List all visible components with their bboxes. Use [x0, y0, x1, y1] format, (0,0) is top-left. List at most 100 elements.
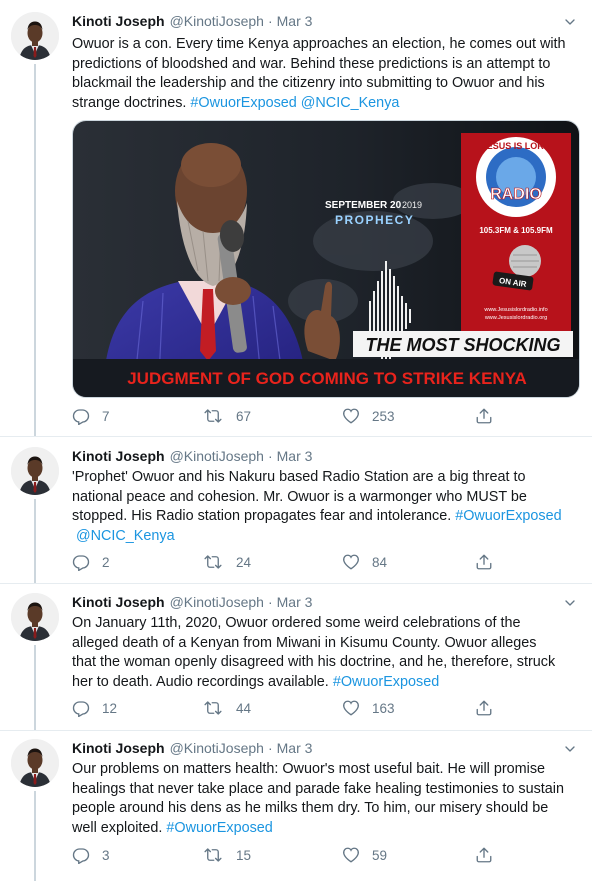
mention-link[interactable]: @NCIC_Kenya — [301, 95, 400, 111]
retweet-icon — [204, 407, 222, 425]
share-button[interactable] — [475, 844, 505, 866]
avatar[interactable] — [11, 12, 59, 60]
tweet-actions: 3 15 59 — [72, 844, 512, 866]
retweet-icon — [204, 699, 222, 717]
retweet-count: 15 — [236, 847, 252, 863]
like-icon — [342, 699, 360, 717]
headline-label: JUDGMENT OF GOD COMING TO STRIKE KENYA — [127, 369, 527, 388]
reply-icon — [72, 699, 90, 717]
retweet-button[interactable]: 44 — [204, 697, 251, 719]
prophecy-label: PROPHECY — [335, 213, 414, 227]
reply-icon — [72, 553, 90, 571]
year-label: 2019 — [402, 200, 422, 210]
retweet-button[interactable]: 15 — [204, 844, 251, 866]
tweet-header: Kinoti Joseph @KinotiJoseph · Mar 3 — [72, 592, 312, 612]
tweet-header: Kinoti Joseph @KinotiJoseph · Mar 3 — [72, 446, 312, 466]
hashtag-link[interactable]: #OwuorExposed — [455, 508, 561, 524]
reply-count: 12 — [102, 700, 118, 716]
retweet-count: 67 — [236, 408, 252, 424]
hashtag-link[interactable]: #OwuorExposed — [190, 95, 296, 111]
thread-line — [34, 499, 36, 583]
author-name[interactable]: Kinoti Joseph — [72, 594, 165, 610]
shocking-label: THE MOST SHOCKING — [365, 335, 560, 355]
separator-dot: · — [267, 740, 273, 756]
reply-count: 3 — [102, 847, 110, 863]
tweet-text: Our problems on matters health: Owuor's … — [72, 761, 565, 836]
tweet-text: Owuor is a con. Every time Kenya approac… — [72, 36, 566, 111]
thread-line — [34, 645, 36, 730]
like-count: 59 — [372, 847, 388, 863]
share-button[interactable] — [475, 697, 505, 719]
tweet-time[interactable]: Mar 3 — [277, 13, 313, 29]
tweet-time[interactable]: Mar 3 — [277, 594, 313, 610]
hashtag-link[interactable]: #OwuorExposed — [166, 820, 272, 836]
retweet-count: 24 — [236, 554, 252, 570]
reply-button[interactable]: 12 — [72, 697, 117, 719]
retweet-button[interactable]: 67 — [204, 405, 251, 427]
share-icon — [475, 699, 493, 717]
website-label: www.Jesusislordradio.org — [484, 315, 547, 321]
like-icon — [342, 553, 360, 571]
author-name[interactable]: Kinoti Joseph — [72, 740, 165, 756]
like-count: 163 — [372, 700, 395, 716]
tweet[interactable]: Kinoti Joseph @KinotiJoseph · Mar 3 Owuo… — [0, 0, 592, 436]
tweet-header: Kinoti Joseph @KinotiJoseph · Mar 3 — [72, 11, 312, 31]
retweet-count: 44 — [236, 700, 252, 716]
author-handle[interactable]: @KinotiJoseph — [170, 13, 264, 29]
tweet-header: Kinoti Joseph @KinotiJoseph · Mar 3 — [72, 738, 312, 758]
separator-dot: · — [267, 448, 273, 464]
share-icon — [475, 407, 493, 425]
radio-name-label: RADIO — [490, 186, 542, 203]
chevron-down-icon[interactable] — [562, 595, 578, 611]
prophecy-banner-image: SEPTEMBER 20 2019 PROPHECY JESUS IS LORD… — [73, 121, 579, 397]
reply-icon — [72, 846, 90, 864]
tweet-time[interactable]: Mar 3 — [277, 740, 313, 756]
author-name[interactable]: Kinoti Joseph — [72, 13, 165, 29]
reply-count: 2 — [102, 554, 110, 570]
author-handle[interactable]: @KinotiJoseph — [170, 448, 264, 464]
separator-dot: · — [267, 13, 273, 29]
like-icon — [342, 846, 360, 864]
share-button[interactable] — [475, 551, 505, 573]
mention-link[interactable]: @NCIC_Kenya — [76, 528, 175, 544]
share-icon — [475, 846, 493, 864]
tweet-time[interactable]: Mar 3 — [277, 448, 313, 464]
chevron-down-icon[interactable] — [562, 14, 578, 30]
reply-button[interactable]: 7 — [72, 405, 110, 427]
hashtag-link[interactable]: #OwuorExposed — [333, 674, 439, 690]
tweet-text: On January 11th, 2020, Owuor ordered som… — [72, 615, 556, 690]
author-handle[interactable]: @KinotiJoseph — [170, 594, 264, 610]
retweet-icon — [204, 553, 222, 571]
like-button[interactable]: 84 — [342, 551, 387, 573]
reply-button[interactable]: 2 — [72, 551, 110, 573]
avatar[interactable] — [11, 447, 59, 495]
website-label: www.Jesusislordradio.info — [483, 307, 547, 313]
avatar[interactable] — [11, 739, 59, 787]
retweet-icon — [204, 846, 222, 864]
thread-line — [34, 791, 36, 881]
tweet[interactable]: Kinoti Joseph @KinotiJoseph · Mar 3 Our … — [0, 731, 592, 881]
tweet[interactable]: Kinoti Joseph @KinotiJoseph · Mar 3 'Pro… — [0, 437, 592, 583]
separator-dot: · — [267, 594, 273, 610]
like-count: 253 — [372, 408, 395, 424]
tweet-actions: 12 44 163 — [72, 697, 512, 719]
tweet-image[interactable]: SEPTEMBER 20 2019 PROPHECY JESUS IS LORD… — [72, 120, 580, 398]
like-button[interactable]: 253 — [342, 405, 395, 427]
author-name[interactable]: Kinoti Joseph — [72, 448, 165, 464]
tweet[interactable]: Kinoti Joseph @KinotiJoseph · Mar 3 On J… — [0, 584, 592, 730]
tweet-text: 'Prophet' Owuor and his Nakuru based Rad… — [72, 469, 562, 544]
retweet-button[interactable]: 24 — [204, 551, 251, 573]
chevron-down-icon[interactable] — [562, 741, 578, 757]
reply-button[interactable]: 3 — [72, 844, 110, 866]
avatar[interactable] — [11, 593, 59, 641]
date-label: SEPTEMBER 20 — [325, 200, 402, 211]
like-button[interactable]: 59 — [342, 844, 387, 866]
thread-line — [34, 64, 36, 436]
like-button[interactable]: 163 — [342, 697, 395, 719]
like-icon — [342, 407, 360, 425]
share-button[interactable] — [475, 405, 505, 427]
author-handle[interactable]: @KinotiJoseph — [170, 740, 264, 756]
tweet-actions: 2 24 84 — [72, 551, 512, 573]
tweet-actions: 7 67 253 — [72, 405, 512, 427]
like-count: 84 — [372, 554, 388, 570]
